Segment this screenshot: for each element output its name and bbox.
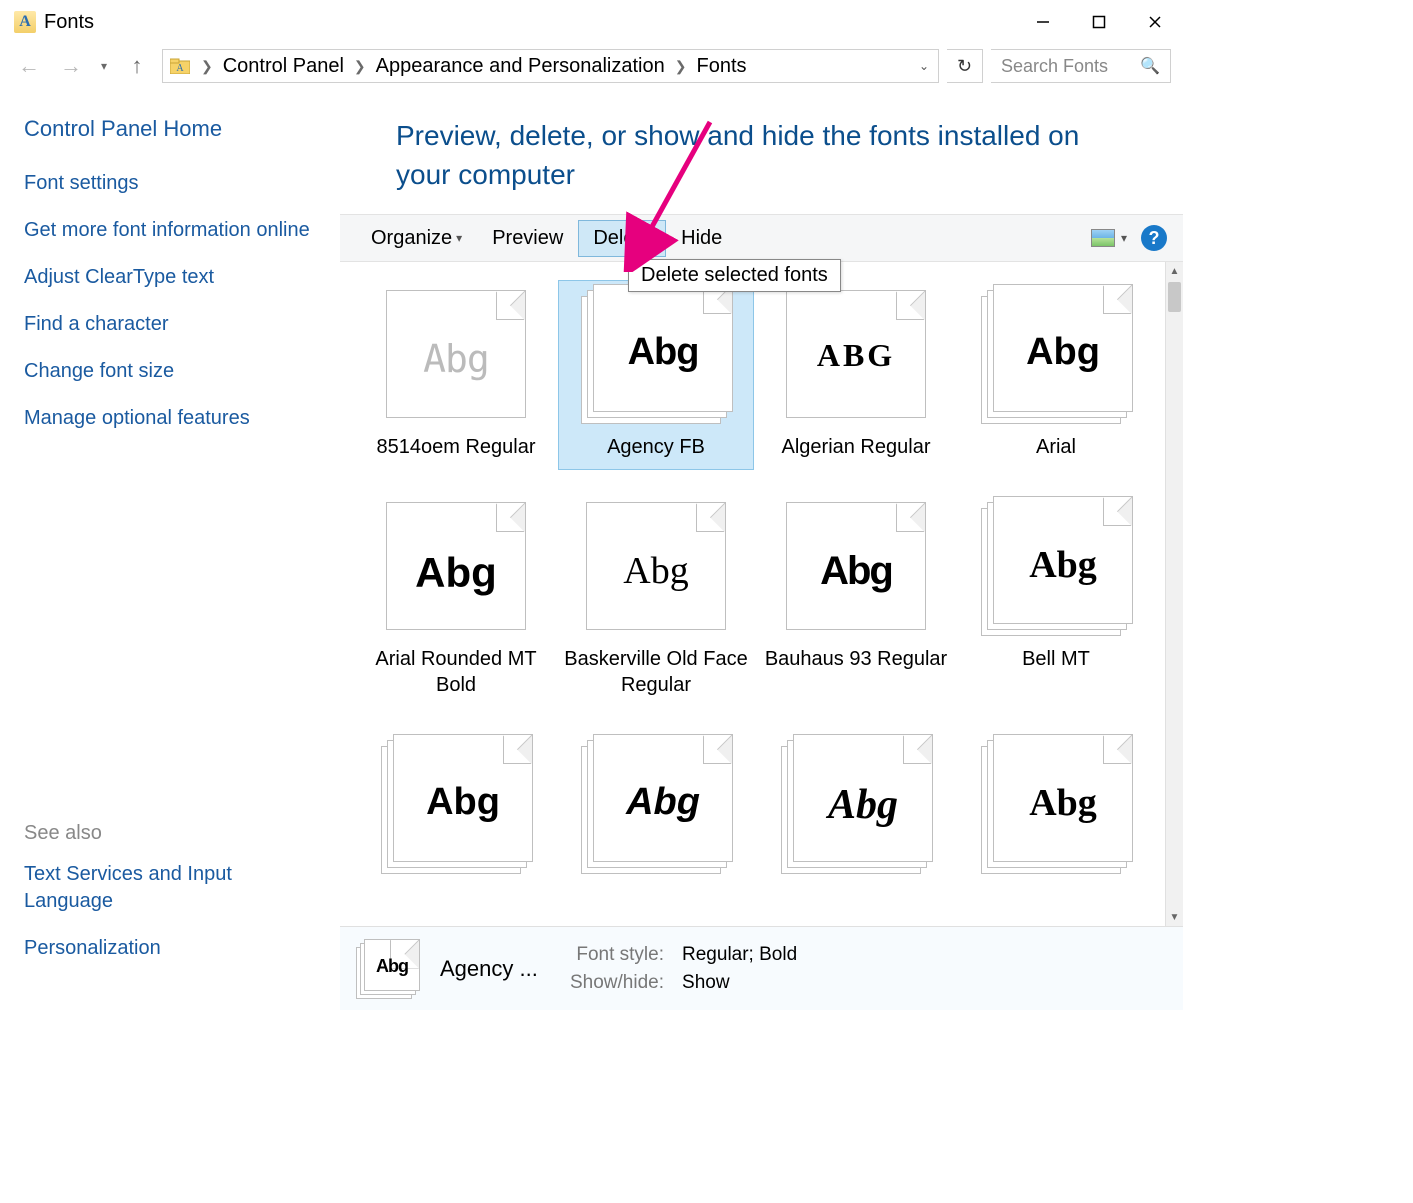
font-tile-label: Baskerville Old Face Regular (564, 646, 748, 698)
preview-button[interactable]: Preview (477, 220, 578, 257)
font-tile[interactable]: Abg (358, 730, 554, 894)
control-panel-home-link[interactable]: Control Panel Home (24, 116, 316, 142)
font-tile[interactable]: Abg (758, 730, 954, 894)
font-tile-label: Agency FB (607, 434, 705, 460)
font-tile[interactable]: Abg Agency FB (558, 280, 754, 470)
font-thumbnail: Abg (581, 496, 731, 636)
window-controls (1015, 0, 1183, 44)
chevron-right-icon[interactable]: ❯ (197, 58, 217, 75)
font-tile[interactable]: Abg 8514oem Regular (358, 280, 554, 470)
font-grid: Abg 8514oem Regular Abg Agency FB ABG Algeria… (340, 262, 1183, 894)
font-tile[interactable]: Abg (558, 730, 754, 894)
address-dropdown-icon[interactable]: ⌄ (910, 50, 938, 82)
search-input[interactable]: Search Fonts 🔍 (991, 49, 1171, 83)
see-also-text-services[interactable]: Text Services and Input Language (24, 861, 316, 915)
font-thumbnail: Abg (381, 284, 531, 424)
toolbar: Organize ▾ Preview Delete Hide ▾ ? Delet… (340, 214, 1183, 262)
forward-button[interactable]: → (54, 49, 88, 83)
up-button[interactable]: ↑ (120, 49, 154, 83)
folder-icon: A (167, 58, 193, 74)
delete-button[interactable]: Delete (578, 220, 666, 257)
vertical-scrollbar[interactable]: ▲ ▼ (1165, 262, 1183, 926)
scroll-thumb[interactable] (1168, 282, 1181, 312)
details-font-name: Agency ... (440, 956, 550, 982)
breadcrumb-fonts[interactable]: Fonts (690, 50, 752, 82)
chevron-down-icon: ▾ (1121, 231, 1127, 245)
details-thumbnail: Abg (356, 939, 420, 999)
sidebar-link-more-font-info[interactable]: Get more font information online (24, 217, 316, 244)
address-bar[interactable]: A ❯ Control Panel ❯ Appearance and Perso… (162, 49, 939, 83)
font-thumbnail: Abg (381, 734, 531, 874)
fonts-app-icon: A (14, 11, 36, 33)
font-tile[interactable]: Abg Baskerville Old Face Regular (558, 492, 754, 708)
font-tile-label: 8514oem Regular (377, 434, 536, 460)
details-font-style-label: Font style: (570, 944, 664, 966)
font-tile[interactable]: Abg Arial (958, 280, 1154, 470)
hide-button[interactable]: Hide (666, 220, 737, 257)
font-grid-container: Abg 8514oem Regular Abg Agency FB ABG Algeria… (340, 262, 1183, 926)
font-tile[interactable]: Abg Bell MT (958, 492, 1154, 708)
window-title: Fonts (44, 11, 94, 34)
see-also-header: See also (24, 822, 316, 845)
font-thumbnail: Abg (781, 734, 931, 874)
font-tile-label: Arial Rounded MT Bold (364, 646, 548, 698)
font-tile[interactable]: Abg Arial Rounded MT Bold (358, 492, 554, 708)
help-icon[interactable]: ? (1141, 225, 1167, 251)
navigation-row: ← → ▾ ↑ A ❯ Control Panel ❯ Appearance a… (0, 44, 1183, 88)
scroll-up-button[interactable]: ▲ (1166, 262, 1183, 280)
history-dropdown-icon[interactable]: ▾ (96, 59, 112, 73)
svg-text:A: A (176, 63, 184, 74)
font-thumbnail: Abg (981, 284, 1131, 424)
chevron-right-icon[interactable]: ❯ (671, 58, 691, 75)
scroll-down-button[interactable]: ▼ (1166, 908, 1183, 926)
see-also-personalization[interactable]: Personalization (24, 935, 316, 962)
font-tile[interactable]: Abg (958, 730, 1154, 894)
minimize-button[interactable] (1015, 0, 1071, 44)
details-font-style-value: Regular; Bold (682, 944, 797, 966)
organize-button[interactable]: Organize ▾ (356, 220, 477, 257)
font-thumbnail: Abg (981, 734, 1131, 874)
refresh-button[interactable]: ↻ (947, 49, 983, 83)
details-show-hide-label: Show/hide: (570, 972, 664, 994)
breadcrumb-control-panel[interactable]: Control Panel (217, 50, 350, 82)
view-options-button[interactable]: ▾ (1091, 229, 1127, 247)
sidebar-link-font-settings[interactable]: Font settings (24, 170, 316, 197)
font-thumbnail: Abg (581, 734, 731, 874)
maximize-button[interactable] (1071, 0, 1127, 44)
page-heading: Preview, delete, or show and hide the fo… (340, 88, 1183, 214)
sidebar: Control Panel Home Font settings Get mor… (0, 88, 340, 1010)
search-icon: 🔍 (1140, 56, 1160, 76)
font-thumbnail: Abg (581, 284, 731, 424)
font-thumbnail: ABG (781, 284, 931, 424)
font-tile[interactable]: Abg Bauhaus 93 Regular (758, 492, 954, 708)
sidebar-link-cleartype[interactable]: Adjust ClearType text (24, 264, 316, 291)
sidebar-link-find-character[interactable]: Find a character (24, 311, 316, 338)
sidebar-link-font-size[interactable]: Change font size (24, 358, 316, 385)
font-tile-label: Bauhaus 93 Regular (765, 646, 947, 672)
search-placeholder: Search Fonts (1001, 56, 1140, 77)
font-thumbnail: Abg (381, 496, 531, 636)
breadcrumb-appearance[interactable]: Appearance and Personalization (370, 50, 671, 82)
font-thumbnail: Abg (781, 496, 931, 636)
details-pane: Abg Agency ... Font style: Regular; Bold… (340, 926, 1183, 1010)
title-bar: A Fonts (0, 0, 1183, 44)
chevron-right-icon[interactable]: ❯ (350, 58, 370, 75)
delete-tooltip: Delete selected fonts (628, 259, 841, 292)
view-icon (1091, 229, 1115, 247)
back-button[interactable]: ← (12, 49, 46, 83)
font-tile-label: Bell MT (1022, 646, 1090, 672)
details-show-hide-value: Show (682, 972, 797, 994)
font-tile-label: Algerian Regular (782, 434, 931, 460)
close-button[interactable] (1127, 0, 1183, 44)
font-tile[interactable]: ABG Algerian Regular (758, 280, 954, 470)
main-area: Preview, delete, or show and hide the fo… (340, 88, 1183, 1010)
font-tile-label: Arial (1036, 434, 1076, 460)
chevron-down-icon: ▾ (456, 231, 462, 245)
font-thumbnail: Abg (981, 496, 1131, 636)
sidebar-link-optional-features[interactable]: Manage optional features (24, 405, 316, 432)
